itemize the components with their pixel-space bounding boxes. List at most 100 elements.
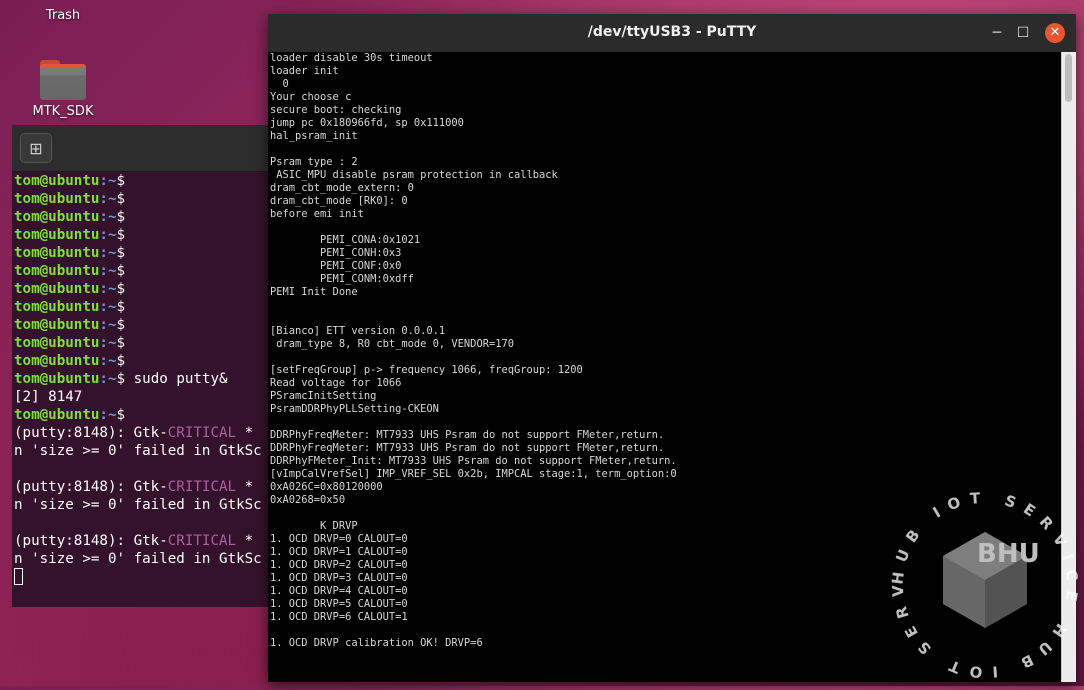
prompt-line: tom@ubuntu:~$ xyxy=(14,208,274,226)
gtk-error-line: (putty:8148): Gtk-CRITICAL * xyxy=(14,479,254,495)
prompt-path: :~ xyxy=(99,227,117,243)
prompt-line: tom@ubuntu:~$ xyxy=(14,316,274,334)
prompt-user: tom@ubuntu xyxy=(14,299,100,315)
terminal-headerbar: ⊞ xyxy=(12,125,274,172)
terminal-output[interactable]: tom@ubuntu:~$ tom@ubuntu:~$ tom@ubuntu:~$ t… xyxy=(12,172,274,607)
console-line: loader disable 30s timeout xyxy=(270,52,433,64)
scrollbar-thumb[interactable] xyxy=(1065,54,1072,102)
prompt-line: tom@ubuntu:~$ xyxy=(14,172,274,190)
prompt-symbol: $ xyxy=(116,371,126,387)
console-line: loader init xyxy=(270,65,339,77)
prompt-path: :~ xyxy=(99,335,117,351)
prompt-line: tom@ubuntu:~$ xyxy=(14,226,274,244)
prompt-line: tom@ubuntu:~$ xyxy=(14,334,274,352)
prompt-line: tom@ubuntu:~$ xyxy=(14,352,274,370)
command-text: sudo putty& xyxy=(133,371,228,387)
new-tab-icon[interactable]: ⊞ xyxy=(20,133,52,163)
prompt-symbol: $ xyxy=(116,407,126,423)
prompt-path: :~ xyxy=(99,191,117,207)
prompt-user: tom@ubuntu xyxy=(14,407,100,423)
prompt-line: tom@ubuntu:~$ xyxy=(14,280,274,298)
prompt-line: tom@ubuntu:~$ xyxy=(14,244,274,262)
putty-titlebar[interactable]: /dev/ttyUSB3 - PuTTY ─ ☐ ✕ xyxy=(268,14,1076,52)
minimize-button[interactable]: ─ xyxy=(988,24,1006,42)
desktop-icon-label: Trash xyxy=(45,8,81,23)
prompt-user: tom@ubuntu xyxy=(14,353,100,369)
gtk-error-detail: n 'size >= 0' failed in GtkSc xyxy=(14,551,262,567)
gtk-error-line: (putty:8148): Gtk-CRITICAL * xyxy=(14,533,254,549)
watermark-letters: BHU xyxy=(977,539,1040,569)
console-line: dram_cbt_mode [RK0]: 0 xyxy=(270,195,408,207)
window-title: /dev/ttyUSB3 - PuTTY xyxy=(587,24,757,40)
console-line: PEMI_CONH:0x3 xyxy=(270,247,402,259)
watermark-cube-icon: BHU xyxy=(943,532,1040,628)
console-line: PEMI Init Done xyxy=(270,286,358,298)
prompt-symbol: $ xyxy=(116,299,126,315)
prompt-symbol: $ xyxy=(116,191,126,207)
prompt-path: :~ xyxy=(99,263,117,279)
console-line: DDRPhyFreqMeter: MT7933 UHS Psram do not… xyxy=(270,442,665,454)
prompt-symbol: $ xyxy=(116,245,126,261)
gtk-error-line: (putty:8148): Gtk-CRITICAL * xyxy=(14,425,254,441)
prompt-user: tom@ubuntu xyxy=(14,371,100,387)
console-line: jump pc 0x180966fd, sp 0x111000 xyxy=(270,117,464,129)
prompt-user: tom@ubuntu xyxy=(14,317,100,333)
prompt-line: tom@ubuntu:~$ sudo putty& xyxy=(14,370,274,388)
console-line: Read voltage for 1066 xyxy=(270,377,402,389)
job-output: [2] 8147 xyxy=(14,389,83,405)
prompt-symbol: $ xyxy=(116,227,126,243)
prompt-line: tom@ubuntu:~$ xyxy=(14,298,274,316)
console-line: dram_type 8, R0 cbt_mode 0, VENDOR=170 xyxy=(270,338,514,350)
prompt-path: :~ xyxy=(99,353,117,369)
desktop-icon-mtk-sdk[interactable]: MTK_SDK xyxy=(18,60,108,119)
gtk-error-detail: n 'size >= 0' failed in GtkSc xyxy=(14,497,262,513)
desktop-icon-trash[interactable]: Trash xyxy=(18,0,108,23)
prompt-path: :~ xyxy=(99,209,117,225)
prompt-path: :~ xyxy=(99,407,117,423)
prompt-user: tom@ubuntu xyxy=(14,173,100,189)
prompt-path: :~ xyxy=(99,245,117,261)
console-line: PsramDDRPhyPLLSetting-CKEON xyxy=(270,403,439,415)
console-line: Psram type : 2 xyxy=(270,156,358,168)
folder-icon xyxy=(40,60,86,100)
console-line: [Bianco] ETT version 0.0.0.1 xyxy=(270,325,446,337)
maximize-button[interactable]: ☐ xyxy=(1014,24,1032,42)
gnome-terminal-window[interactable]: ⊞ tom@ubuntu:~$ tom@ubuntu:~$ tom@ubuntu:~… xyxy=(12,125,274,607)
prompt-line: tom@ubuntu:~$ xyxy=(14,406,274,424)
console-line: 0 xyxy=(270,78,289,90)
console-line: before emi init xyxy=(270,208,364,220)
console-line: hal_psram_init xyxy=(270,130,358,142)
prompt-symbol: $ xyxy=(116,353,126,369)
close-button[interactable]: ✕ xyxy=(1045,23,1065,43)
console-line: PSramcInitSetting xyxy=(270,390,377,402)
prompt-line: tom@ubuntu:~$ xyxy=(14,190,274,208)
prompt-user: tom@ubuntu xyxy=(14,245,100,261)
console-line: ASIC_MPU disable psram protection in cal… xyxy=(270,169,558,181)
prompt-path: :~ xyxy=(99,371,117,387)
prompt-line: tom@ubuntu:~$ xyxy=(14,262,274,280)
prompt-symbol: $ xyxy=(116,263,126,279)
prompt-symbol: $ xyxy=(116,281,126,297)
console-line: Your choose c xyxy=(270,91,352,103)
prompt-symbol: $ xyxy=(116,209,126,225)
console-line: DDRPhyFreqMeter: MT7933 UHS Psram do not… xyxy=(270,429,665,441)
console-line: dram_cbt_mode_extern: 0 xyxy=(270,182,414,194)
text-cursor xyxy=(14,568,23,585)
prompt-symbol: $ xyxy=(116,173,126,189)
console-line: [setFreqGroup] p-> frequency 1066, freqG… xyxy=(270,364,583,376)
console-line: secure boot: checking xyxy=(270,104,402,116)
prompt-path: :~ xyxy=(99,281,117,297)
prompt-path: :~ xyxy=(99,173,117,189)
prompt-path: :~ xyxy=(99,299,117,315)
prompt-user: tom@ubuntu xyxy=(14,209,100,225)
desktop-icon-label: MTK_SDK xyxy=(32,104,94,119)
prompt-path: :~ xyxy=(99,317,117,333)
prompt-symbol: $ xyxy=(116,317,126,333)
prompt-user: tom@ubuntu xyxy=(14,227,100,243)
